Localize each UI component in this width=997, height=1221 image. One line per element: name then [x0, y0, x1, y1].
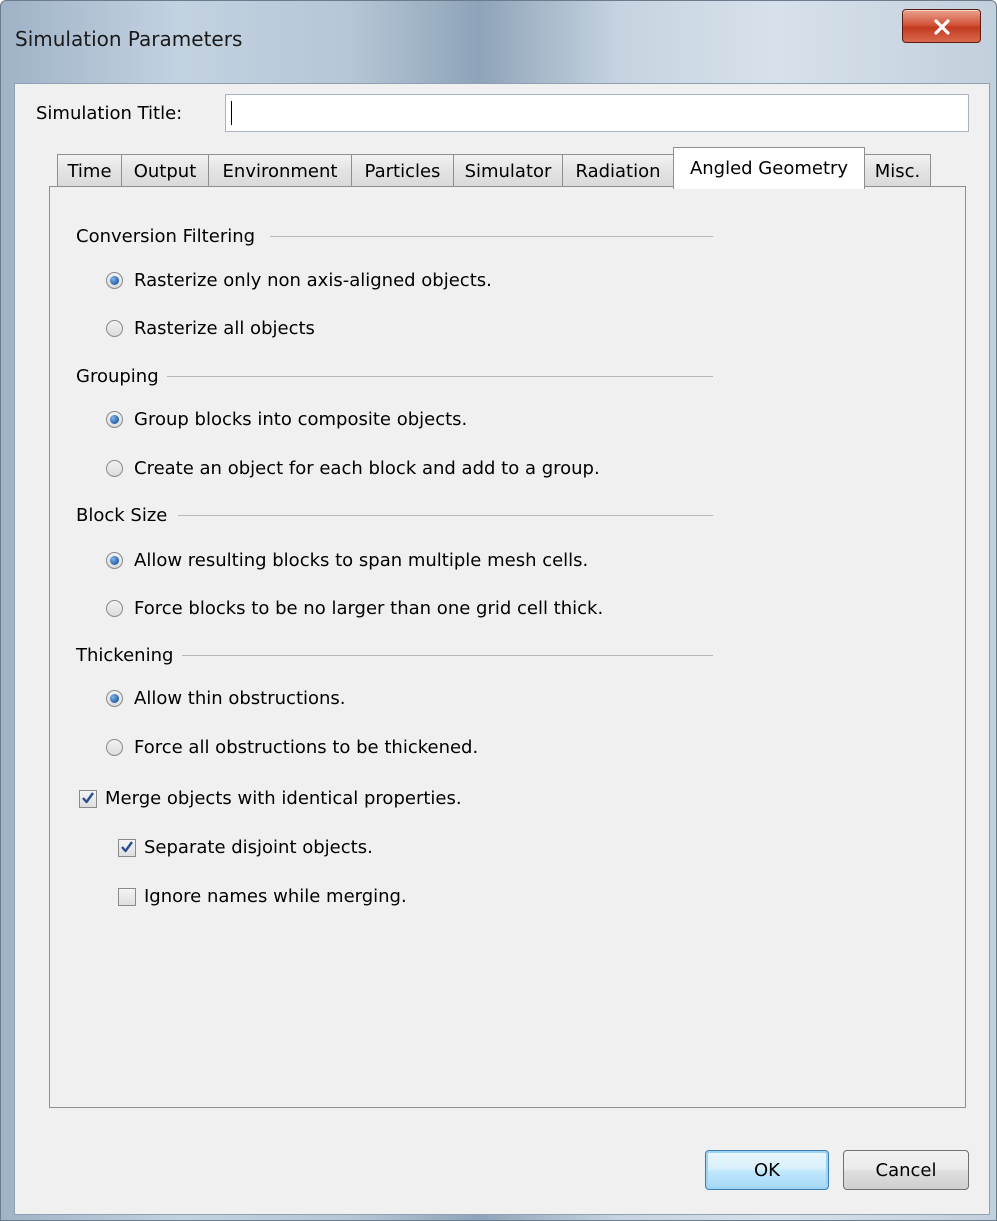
close-icon: [934, 19, 950, 35]
grouping-separator: [162, 376, 713, 377]
block-size-label: Block Size: [76, 505, 176, 526]
radio-indicator: [106, 552, 123, 569]
tab-output[interactable]: Output: [121, 154, 209, 187]
simulation-title-label: Simulation Title:: [36, 103, 183, 124]
checkbox-label: Separate disjoint objects.: [144, 837, 373, 858]
tab-radiation[interactable]: Radiation: [562, 154, 674, 187]
close-button[interactable]: [902, 9, 981, 43]
tab-angled-geometry[interactable]: Angled Geometry: [673, 147, 865, 189]
ok-button[interactable]: OK: [705, 1150, 829, 1190]
radio-rasterize-all[interactable]: Rasterize all objects: [106, 318, 315, 339]
simulation-title-input[interactable]: [225, 94, 969, 132]
checkbox-indicator: [79, 789, 97, 808]
radio-label: Create an object for each block and add …: [134, 458, 600, 479]
radio-label: Rasterize all objects: [134, 318, 315, 339]
radio-label: Rasterize only non axis-aligned objects.: [134, 270, 492, 291]
tab-time[interactable]: Time: [57, 154, 122, 187]
radio-allow-thin[interactable]: Allow thin obstructions.: [106, 688, 346, 709]
grouping-label: Grouping: [76, 366, 167, 387]
radio-rasterize-non-axis-aligned[interactable]: Rasterize only non axis-aligned objects.: [106, 270, 492, 291]
checkbox-ignore-names[interactable]: Ignore names while merging.: [118, 886, 407, 907]
conversion-filtering-label: Conversion Filtering: [76, 226, 264, 247]
thickening-separator: [182, 655, 713, 656]
radio-indicator: [106, 460, 123, 477]
conversion-filtering-separator: [270, 236, 713, 237]
checkmark-icon: [82, 791, 94, 803]
checkbox-separate-disjoint[interactable]: Separate disjoint objects.: [118, 837, 373, 858]
radio-force-thickened[interactable]: Force all obstructions to be thickened.: [106, 737, 478, 758]
checkbox-indicator: [118, 887, 136, 906]
tab-simulator[interactable]: Simulator: [453, 154, 563, 187]
radio-label: Group blocks into composite objects.: [134, 409, 468, 430]
radio-one-cell-thick[interactable]: Force blocks to be no larger than one gr…: [106, 598, 603, 619]
text-caret: [231, 101, 232, 125]
checkmark-icon: [121, 840, 133, 852]
checkbox-label: Ignore names while merging.: [144, 886, 407, 907]
radio-label: Force blocks to be no larger than one gr…: [134, 598, 604, 619]
radio-span-multiple-cells[interactable]: Allow resulting blocks to span multiple …: [106, 550, 588, 571]
thickening-label: Thickening: [76, 645, 182, 666]
checkbox-indicator: [118, 838, 136, 857]
radio-object-per-block[interactable]: Create an object for each block and add …: [106, 458, 600, 479]
title-bar[interactable]: Simulation Parameters: [1, 1, 996, 85]
tab-particles[interactable]: Particles: [351, 154, 454, 187]
radio-group-composite[interactable]: Group blocks into composite objects.: [106, 409, 467, 430]
radio-indicator: [106, 320, 123, 337]
radio-indicator: [106, 411, 123, 428]
window-title: Simulation Parameters: [15, 27, 243, 51]
tab-misc[interactable]: Misc.: [864, 154, 931, 187]
radio-indicator: [106, 600, 123, 617]
checkbox-merge-identical[interactable]: Merge objects with identical properties.: [79, 788, 462, 809]
radio-label: Force all obstructions to be thickened.: [134, 737, 479, 758]
radio-indicator: [106, 690, 123, 707]
radio-indicator: [106, 272, 123, 289]
radio-label: Allow resulting blocks to span multiple …: [134, 550, 589, 571]
radio-indicator: [106, 739, 123, 756]
tab-environment[interactable]: Environment: [208, 154, 352, 187]
block-size-separator: [178, 515, 713, 516]
radio-label: Allow thin obstructions.: [134, 688, 346, 709]
checkbox-label: Merge objects with identical properties.: [105, 788, 462, 809]
cancel-button[interactable]: Cancel: [843, 1150, 969, 1190]
